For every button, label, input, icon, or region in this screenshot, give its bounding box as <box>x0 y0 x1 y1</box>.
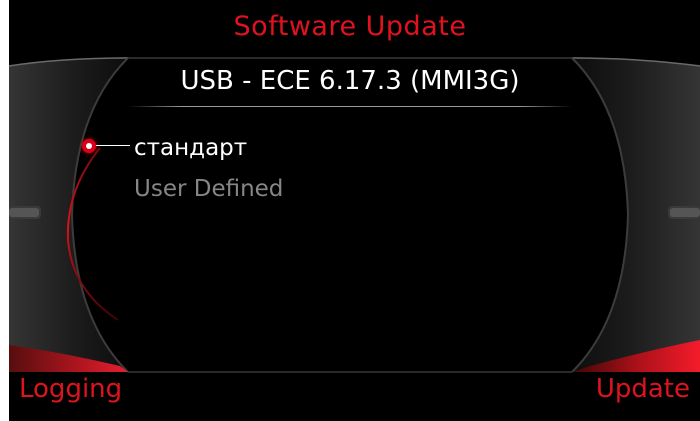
update-source-title: USB - ECE 6.17.3 (MMI3G) <box>180 66 520 96</box>
radio-selected-icon <box>82 139 96 153</box>
bezel-frame <box>8 57 700 373</box>
mmi-screen: Software Update USB - ECE 6.17.3 (MMI3G)… <box>0 0 700 421</box>
update-softkey[interactable]: Update <box>596 374 690 404</box>
logging-softkey[interactable]: Logging <box>19 374 122 404</box>
selection-line <box>96 145 130 146</box>
screen-title: Software Update <box>233 11 467 42</box>
source-divider <box>128 106 572 107</box>
radio-dot <box>86 143 92 149</box>
option-user-defined[interactable]: User Defined <box>134 176 283 202</box>
left-screen-border <box>0 0 9 421</box>
option-standard[interactable]: стандарт <box>134 135 247 161</box>
